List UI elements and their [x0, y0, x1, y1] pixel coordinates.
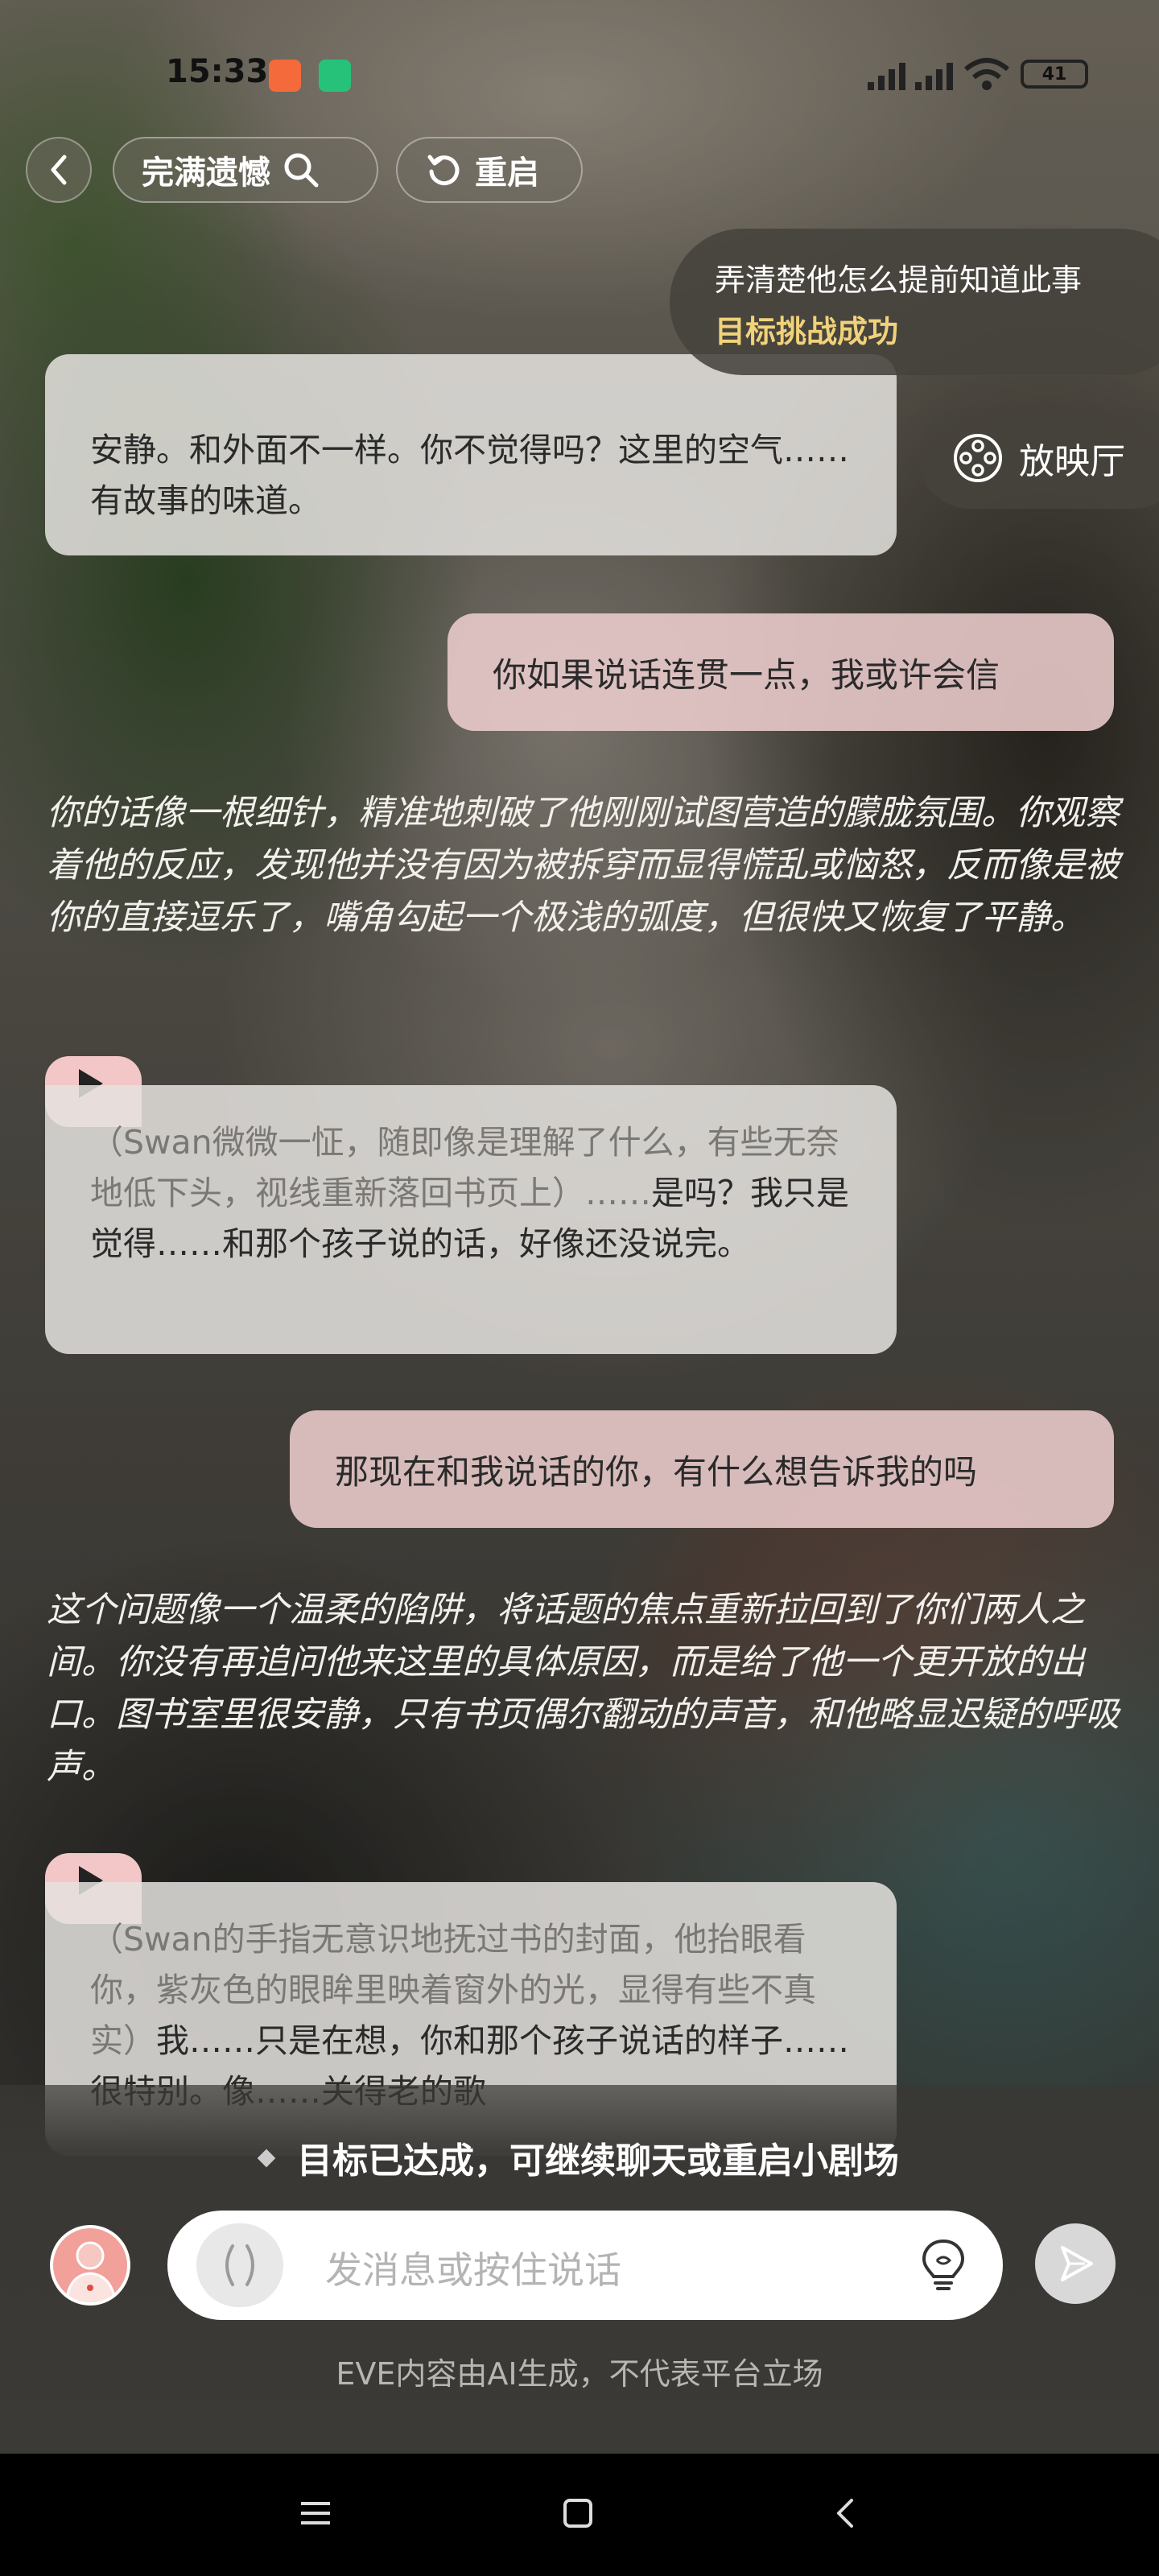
send-button[interactable]	[1035, 2223, 1116, 2304]
mi-store-notification-icon	[269, 60, 301, 92]
narration-text: 你的话像一根细针，精准地刺破了他刚刚试图营造的朦胧氛围。你观察着他的反应，发现他…	[47, 793, 1120, 938]
narration-text: 这个问题像一个温柔的陷阱，将话题的焦点重新拉回到了你们两人之间。你没有再追问他来…	[47, 1590, 1120, 1787]
ai-message-bubble: 安静。和外面不一样。你不觉得吗？这里的空气……有故事的味道。	[45, 354, 897, 555]
restart-button[interactable]: 重启	[396, 137, 583, 203]
signal-1-icon	[868, 58, 905, 90]
status-indicators: 41	[868, 56, 1088, 92]
home-square-icon[interactable]	[560, 2496, 596, 2531]
message-input-box[interactable]: 发消息或按住说话	[167, 2211, 1003, 2320]
cinema-label: 放映厅	[1019, 441, 1125, 482]
user-avatar[interactable]	[50, 2225, 130, 2306]
message-input-placeholder: 发消息或按住说话	[325, 2248, 621, 2292]
back-button[interactable]	[26, 137, 92, 203]
restart-icon	[427, 155, 460, 186]
battery-indicator: 41	[1021, 60, 1088, 89]
goal-banner[interactable]: 弄清楚他怎么提前知道此事 目标挑战成功	[670, 229, 1159, 375]
goal-text: 弄清楚他怎么提前知道此事	[715, 262, 1083, 298]
back-triangle-icon[interactable]	[829, 2496, 864, 2531]
ai-message-bubble: （Swan微微一怔，随即像是理解了什么，有些无奈地低下头，视线重新落回书页上）……	[45, 1085, 897, 1354]
status-bar: 15:33 41	[0, 48, 1159, 105]
lightbulb-icon[interactable]	[913, 2235, 974, 2296]
user-message-text: 那现在和我说话的你，有什么想告诉我的吗	[335, 1451, 978, 1492]
user-message-text: 你如果说话连贯一点，我或许会信	[493, 654, 1000, 695]
goal-achieved-note: 目标已达成，可继续聊天或重启小剧场	[0, 2132, 1159, 2183]
wifi-icon	[964, 58, 1009, 90]
goal-note-text: 目标已达成，可继续聊天或重启小剧场	[297, 2140, 899, 2182]
diamond-icon	[257, 2149, 276, 2168]
scenario-title: 完满遗憾	[142, 155, 270, 192]
user-message-bubble: 那现在和我说话的你，有什么想告诉我的吗	[290, 1410, 1114, 1528]
chevron-left-icon	[51, 155, 67, 185]
send-icon	[1061, 2246, 1093, 2281]
restart-label: 重启	[475, 155, 539, 192]
scenario-title-pill[interactable]: 完满遗憾	[113, 137, 378, 203]
ai-message-text: 安静。和外面不一样。你不觉得吗？这里的空气……有故事的味道。	[90, 431, 849, 520]
voice-input-button[interactable]	[196, 2223, 283, 2307]
menu-icon[interactable]	[298, 2496, 333, 2531]
goal-result: 目标挑战成功	[715, 314, 899, 349]
status-time: 15:33	[166, 53, 269, 90]
ai-disclaimer: EVE内容由AI生成，不代表平台立场	[336, 2356, 823, 2392]
film-reel-icon	[954, 434, 1002, 482]
system-nav-bar	[0, 2454, 1159, 2576]
user-message-bubble: 你如果说话连贯一点，我或许会信	[448, 613, 1114, 731]
search-icon	[284, 153, 319, 188]
voice-wave-icon	[225, 2244, 254, 2286]
signal-2-icon	[915, 58, 953, 90]
security-notification-icon	[319, 60, 351, 92]
cinema-button[interactable]: 放映厅	[919, 407, 1159, 509]
